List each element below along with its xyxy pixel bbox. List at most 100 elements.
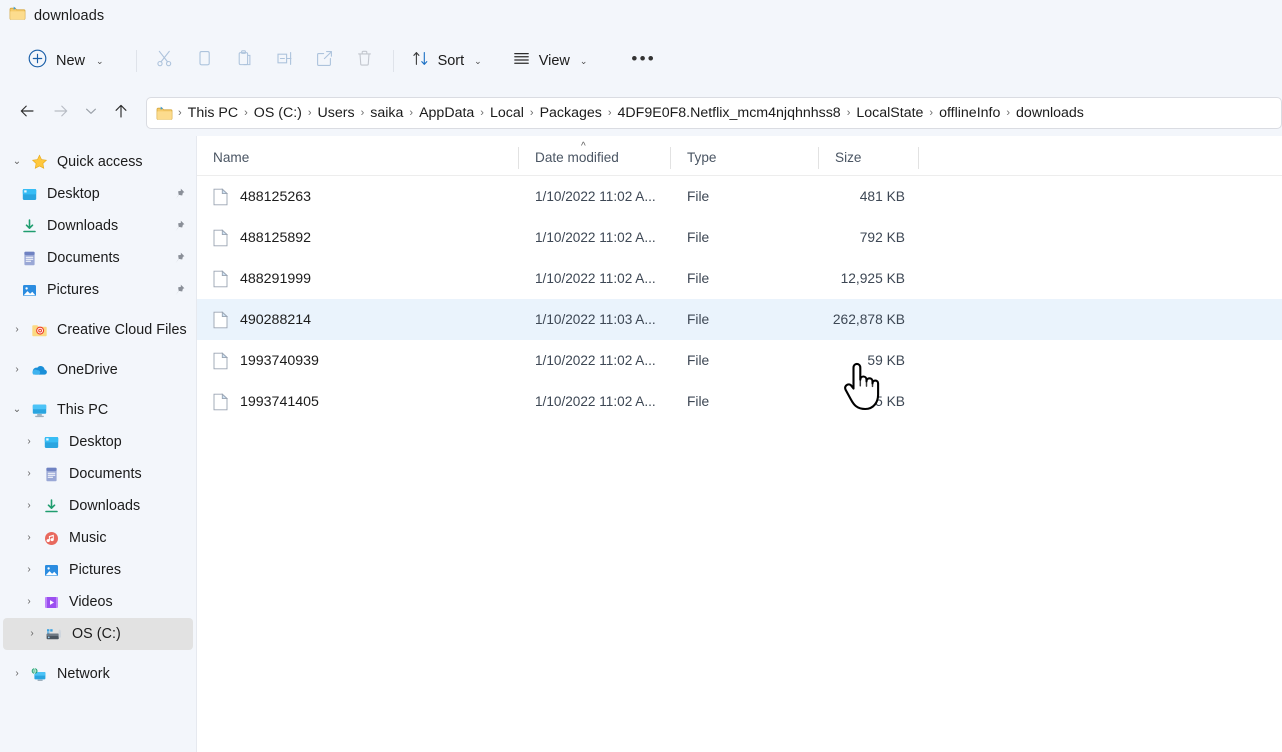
sort-arrows-icon <box>411 49 430 73</box>
table-row[interactable]: 488291999 1/10/2022 11:02 A... File 12,9… <box>197 258 1282 299</box>
breadcrumb-item-os-c[interactable]: OS (C:) <box>249 102 307 124</box>
arrow-up-icon <box>112 102 130 125</box>
chevron-right-icon[interactable]: › <box>18 437 40 447</box>
table-row[interactable]: 488125263 1/10/2022 11:02 A... File 481 … <box>197 176 1282 217</box>
sidebar-item-this-pc[interactable]: ⌄ This PC <box>0 394 196 426</box>
file-name-text: 488125892 <box>240 230 311 246</box>
file-name-text: 1993741405 <box>240 394 319 410</box>
chevron-right-icon[interactable]: › <box>18 533 40 543</box>
sort-button[interactable]: Sort ⌄ <box>402 43 491 79</box>
file-type-cell: File <box>671 394 819 409</box>
sidebar-item-videos[interactable]: › Videos <box>0 586 196 618</box>
toolbar-divider-2 <box>393 50 394 72</box>
column-header-date-modified[interactable]: Date modified <box>519 140 671 176</box>
sidebar-item-documents-quick[interactable]: Documents <box>0 242 196 274</box>
window-title: downloads <box>34 8 104 24</box>
cut-button[interactable] <box>145 43 185 79</box>
column-header-type[interactable]: Type <box>671 140 819 176</box>
breadcrumb-separator: › <box>607 107 613 119</box>
breadcrumb-item-downloads[interactable]: downloads <box>1011 102 1089 124</box>
column-header-size-label: Size <box>835 150 861 165</box>
pin-icon[interactable] <box>172 219 190 233</box>
sidebar-spacer <box>0 386 196 394</box>
view-button[interactable]: View ⌄ <box>503 43 597 79</box>
chevron-right-icon[interactable]: › <box>6 325 28 335</box>
file-icon <box>213 393 230 411</box>
table-row[interactable]: 1993740939 1/10/2022 11:02 A... File 59 … <box>197 340 1282 381</box>
sidebar-label: Desktop <box>47 186 100 202</box>
breadcrumb-item-this-pc[interactable]: This PC <box>183 102 243 124</box>
table-row[interactable]: 1993741405 1/10/2022 11:02 A... File 45 … <box>197 381 1282 422</box>
view-lines-icon <box>512 49 531 73</box>
breadcrumb-item-saika[interactable]: saika <box>365 102 408 124</box>
folder-icon <box>156 106 173 121</box>
desktop-icon <box>40 434 62 451</box>
download-icon <box>18 218 40 235</box>
arrow-right-icon <box>52 102 70 125</box>
file-type-cell: File <box>671 230 819 245</box>
back-button[interactable] <box>10 97 44 129</box>
sidebar-item-os-c[interactable]: › OS (C:) <box>3 618 193 650</box>
sidebar-item-network[interactable]: › Network <box>0 658 196 690</box>
chevron-right-icon[interactable]: › <box>18 469 40 479</box>
sort-button-label: Sort <box>438 53 465 69</box>
breadcrumb-item-packages[interactable]: Packages <box>535 102 607 124</box>
sidebar-item-music[interactable]: › Music <box>0 522 196 554</box>
copy-button[interactable] <box>185 43 225 79</box>
sidebar-item-pictures-quick[interactable]: Pictures <box>0 274 196 306</box>
sidebar-item-quick-access[interactable]: ⌄ Quick access <box>0 146 196 178</box>
breadcrumb-item-users[interactable]: Users <box>313 102 360 124</box>
delete-button[interactable] <box>345 43 385 79</box>
pin-icon[interactable] <box>172 187 190 201</box>
table-row-selected[interactable]: 490288214 1/10/2022 11:03 A... File 262,… <box>197 299 1282 340</box>
desktop-icon <box>18 186 40 203</box>
breadcrumb-item-localstate[interactable]: LocalState <box>851 102 928 124</box>
file-date-cell: 1/10/2022 11:02 A... <box>519 189 671 204</box>
sidebar-item-downloads-quick[interactable]: Downloads <box>0 210 196 242</box>
chevron-right-icon[interactable]: › <box>21 629 43 639</box>
sidebar-item-desktop-thispc[interactable]: › Desktop <box>0 426 196 458</box>
table-row[interactable]: 488125892 1/10/2022 11:02 A... File 792 … <box>197 217 1282 258</box>
chevron-down-icon: ⌄ <box>474 57 482 66</box>
breadcrumb-item-offlineinfo[interactable]: offlineInfo <box>934 102 1005 124</box>
sidebar-item-onedrive[interactable]: › OneDrive <box>0 354 196 386</box>
share-button[interactable] <box>305 43 345 79</box>
chevron-right-icon[interactable]: › <box>18 565 40 575</box>
pin-icon[interactable] <box>172 251 190 265</box>
breadcrumb[interactable]: › This PC › OS (C:) › Users › saika › Ap… <box>146 97 1282 129</box>
column-header-name[interactable]: Name <box>197 140 519 176</box>
file-size-cell: 262,878 KB <box>819 312 919 327</box>
see-more-button[interactable]: ••• <box>622 43 664 79</box>
music-icon <box>40 530 62 547</box>
paste-icon <box>235 49 254 73</box>
up-button[interactable] <box>104 97 138 129</box>
chevron-down-icon[interactable]: ⌄ <box>6 405 28 415</box>
pictures-icon <box>40 562 62 579</box>
recent-locations-button[interactable] <box>78 97 104 129</box>
column-divider[interactable] <box>918 147 919 169</box>
paste-button[interactable] <box>225 43 265 79</box>
sidebar-item-desktop-quick[interactable]: Desktop <box>0 178 196 210</box>
chevron-right-icon[interactable]: › <box>6 669 28 679</box>
file-date-cell: 1/10/2022 11:02 A... <box>519 353 671 368</box>
sidebar-item-pictures-thispc[interactable]: › Pictures <box>0 554 196 586</box>
chevron-down-icon[interactable]: ⌄ <box>6 157 28 167</box>
breadcrumb-item-local[interactable]: Local <box>485 102 529 124</box>
chevron-right-icon[interactable]: › <box>6 365 28 375</box>
breadcrumb-separator: › <box>529 107 535 119</box>
rename-button[interactable] <box>265 43 305 79</box>
sidebar-item-downloads-thispc[interactable]: › Downloads <box>0 490 196 522</box>
chevron-right-icon[interactable]: › <box>18 501 40 511</box>
column-header-size[interactable]: Size <box>819 140 919 176</box>
file-name-cell: 1993741405 <box>197 393 519 411</box>
breadcrumb-item-appdata[interactable]: AppData <box>414 102 479 124</box>
sidebar-item-creative-cloud-files[interactable]: › Creative Cloud Files <box>0 314 196 346</box>
breadcrumb-item-package-id[interactable]: 4DF9E0F8.Netflix_mcm4njqhnhss8 <box>613 102 846 124</box>
new-button[interactable]: New ⌄ <box>20 43 116 79</box>
sidebar-label: Quick access <box>57 154 143 170</box>
sidebar-item-documents-thispc[interactable]: › Documents <box>0 458 196 490</box>
pin-icon[interactable] <box>172 283 190 297</box>
file-size-cell: 12,925 KB <box>819 271 919 286</box>
forward-button[interactable] <box>44 97 78 129</box>
chevron-right-icon[interactable]: › <box>18 597 40 607</box>
